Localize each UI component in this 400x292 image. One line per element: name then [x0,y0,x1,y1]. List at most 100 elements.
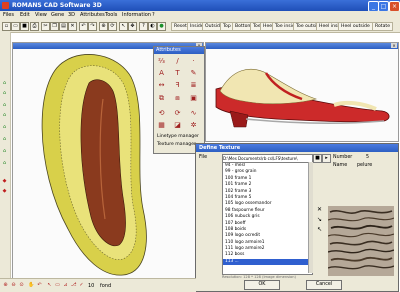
attributes-panel: Attributes ⅔ / · A T ✎ ↔ ꟻ ≣ ⧉ ⧈ ▣ ⟲ ⟳ ∿… [153,46,205,154]
number-value[interactable]: 5 [366,155,369,160]
view-heel-outside-button[interactable]: Heel outside [338,22,373,31]
menu-information[interactable]: Information [122,12,151,18]
group-icon[interactable]: ⧉ [156,93,167,103]
cancel-button[interactable]: Cancel [306,280,342,290]
render-icon[interactable]: ◐ [148,22,157,31]
file-label: File [199,155,208,160]
copy-icon[interactable]: ❐ [50,22,59,31]
texture-list[interactable]: 94 - mesl 99 - gros grain 100 frame 1 10… [222,162,313,275]
rotate-icon[interactable]: ⟳ [108,22,117,31]
texture-preview [328,206,394,276]
texture-manager-item[interactable]: Texture manager [157,142,196,147]
close-icon[interactable]: × [391,43,397,48]
viewport-side[interactable]: × [205,42,399,142]
status-unit: fond [100,283,112,289]
toolbar: ▫ ▭ ■ ⎙ ✂ ❐ ▤ ✕ ↶ ↷ ⊕ ⟳ ↖ ✥ ? ◐ ● Reset … [0,20,400,33]
menu-gene[interactable]: Gene [51,12,64,18]
app-title: ROMANS CAD Software 3D [12,2,102,9]
menu-view[interactable]: View [35,12,47,18]
ungroup-icon[interactable]: ⧈ [172,93,183,103]
font-icon[interactable]: ꟻ [172,80,183,90]
define-texture-dialog: Define Texture File D:\Mes Documents\rb … [195,143,399,292]
add-texture-icon[interactable]: ↘ [316,216,323,223]
tool-red-icon[interactable]: ◆ [1,178,8,185]
zoom-icon[interactable]: ⊕ [99,22,108,31]
dot-icon[interactable]: · [188,56,199,66]
menu-attributes[interactable]: Attributes [80,12,105,18]
pattern-icon[interactable]: ⅔ [156,56,167,66]
import-texture-icon[interactable]: ↖ [316,226,323,233]
help-icon[interactable]: ? [139,22,148,31]
new-icon[interactable]: ▫ [2,22,11,31]
align-icon[interactable]: ≣ [188,80,199,90]
dialog-title: Define Texture [196,144,398,152]
app-icon [2,2,9,9]
list-scrollbar[interactable] [308,162,313,273]
title-bar: ROMANS CAD Software 3D _ □ × [0,0,400,12]
tool-layer-icon[interactable]: ⌂ [1,148,8,155]
open-icon[interactable]: ▭ [11,22,20,31]
pick-icon[interactable]: ↖ [46,282,53,289]
tool-layer-icon[interactable]: ⌂ [1,136,8,143]
text-box-icon[interactable]: T [172,68,183,78]
texture-icon[interactable]: ✲ [188,120,199,130]
cut-icon[interactable]: ✂ [41,22,50,31]
ruler-icon[interactable]: ⊿ [62,282,69,289]
hand-icon[interactable]: ✋ [28,282,35,289]
tool-layer-icon[interactable]: ⌂ [1,102,8,109]
ok-button[interactable]: OK [244,280,280,290]
tool-layer-icon[interactable]: ⌂ [1,160,8,167]
shade-icon[interactable]: ● [157,22,166,31]
menu-tools[interactable]: Tools [105,12,117,18]
tool-layer-icon[interactable]: ⌂ [1,124,8,131]
frame-icon[interactable]: ▭ [54,282,61,289]
zoom-in-icon[interactable]: ⊕ [2,282,9,289]
dropdown-icon[interactable]: ▸ [322,154,331,163]
print-icon[interactable]: ⎙ [30,22,39,31]
menu-3d[interactable]: 3D [68,12,75,18]
delete-texture-icon[interactable]: ✕ [316,206,323,213]
number-label: Number [333,155,353,160]
undo-icon[interactable]: ↶ [79,22,88,31]
mirror-icon[interactable]: ⟳ [172,108,183,118]
status-bar: ⊕ ⊖ ⊙ ✋ ↶ ↖ ▭ ⊿ ⎇ ✓ 10 fond [0,278,196,292]
undo-view-icon[interactable]: ↶ [36,282,43,289]
name-label: Name [333,163,348,168]
resolution-hint: Resolution: 128 * 128 (Image dimension) [222,275,296,279]
tool-layer-icon[interactable]: ⌂ [1,90,8,97]
size-icon[interactable]: ↔ [156,80,167,90]
zoom-fit-icon[interactable]: ⊙ [18,282,25,289]
menu-edit[interactable]: Edit [20,12,30,18]
save-icon[interactable]: ■ [313,154,322,163]
move-icon[interactable]: ✥ [128,22,137,31]
tool-layer-icon[interactable]: ⌂ [1,112,8,119]
name-value[interactable]: pelure [357,163,372,168]
edit-text-icon[interactable]: ✎ [188,68,199,78]
tool-red-icon[interactable]: ◆ [1,188,8,195]
left-toolbar: ⌂ ⌂ ⌂ ⌂ ⌂ ⌂ ⌂ ⌂ ◆ ◆ [0,32,11,278]
zoom-out-icon[interactable]: ⊖ [10,282,17,289]
layer-icon[interactable]: ▣ [188,93,199,103]
grid-icon[interactable]: ▦ [156,120,167,130]
stitch-icon[interactable]: ∿ [188,108,199,118]
menu-files[interactable]: Files [3,12,14,18]
pen-icon[interactable]: / [172,56,183,66]
check-icon[interactable]: ✓ [78,282,85,289]
symmetry-icon[interactable]: ⟲ [156,108,167,118]
text-a-icon[interactable]: A [156,68,167,78]
status-value: 10 [88,283,95,289]
select-icon[interactable]: ↖ [119,22,128,31]
view-rotate-button[interactable]: Rotate [372,22,394,31]
tool-layer-icon[interactable]: ⌂ [1,80,8,87]
paste-icon[interactable]: ▤ [59,22,68,31]
connect-icon[interactable]: ⎇ [70,282,77,289]
shoe-side-view [215,69,390,128]
list-item[interactable]: 113 ... [223,258,312,266]
fill-icon[interactable]: ◪ [172,120,183,130]
redo-icon[interactable]: ↷ [88,22,97,31]
linetype-manager-item[interactable]: Linetype manager [157,134,199,139]
attributes-title: Attributes [154,47,204,54]
menu-help[interactable]: ? [152,12,155,18]
delete-icon[interactable]: ✕ [68,22,77,31]
save-icon[interactable]: ■ [20,22,29,31]
